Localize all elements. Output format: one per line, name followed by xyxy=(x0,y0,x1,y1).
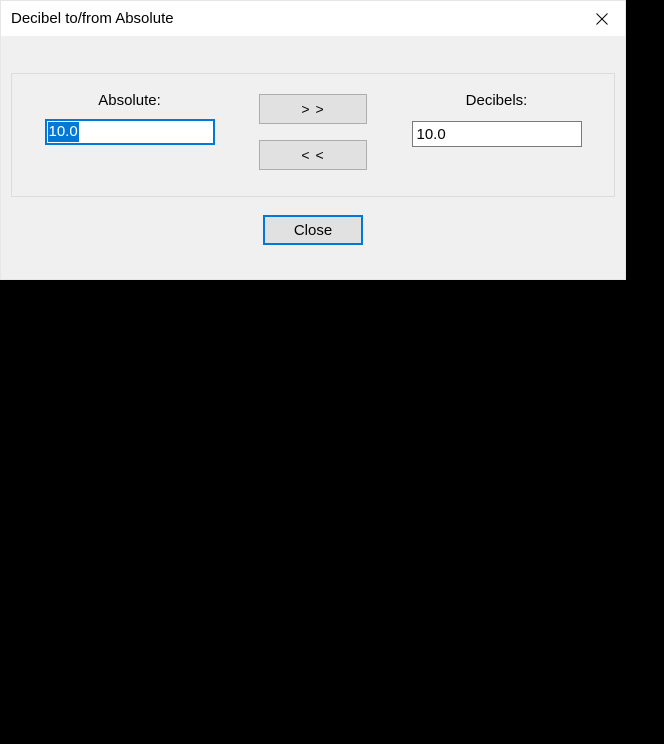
dialog-content: Absolute: 10.0 > > < < Decibels: Close xyxy=(1,37,625,257)
convert-to-absolute-button[interactable]: < < xyxy=(259,140,367,170)
absolute-input-value: 10.0 xyxy=(48,122,79,142)
absolute-input[interactable]: 10.0 xyxy=(45,119,215,145)
decibels-column: Decibels: xyxy=(397,92,596,147)
absolute-column: Absolute: 10.0 xyxy=(30,92,229,145)
decibels-label: Decibels: xyxy=(466,92,528,109)
direction-buttons: > > < < xyxy=(259,92,367,170)
close-icon xyxy=(596,13,608,25)
dialog-footer: Close xyxy=(11,215,615,245)
convert-to-decibels-button[interactable]: > > xyxy=(259,94,367,124)
dialog-window: Decibel to/from Absolute Absolute: 10.0 … xyxy=(0,0,626,280)
window-close-button[interactable] xyxy=(579,1,625,37)
conversion-group: Absolute: 10.0 > > < < Decibels: xyxy=(11,73,615,197)
decibels-input[interactable] xyxy=(412,121,582,147)
title-bar: Decibel to/from Absolute xyxy=(1,1,625,37)
window-title: Decibel to/from Absolute xyxy=(11,10,174,27)
absolute-label: Absolute: xyxy=(98,92,161,109)
close-button[interactable]: Close xyxy=(263,215,363,245)
